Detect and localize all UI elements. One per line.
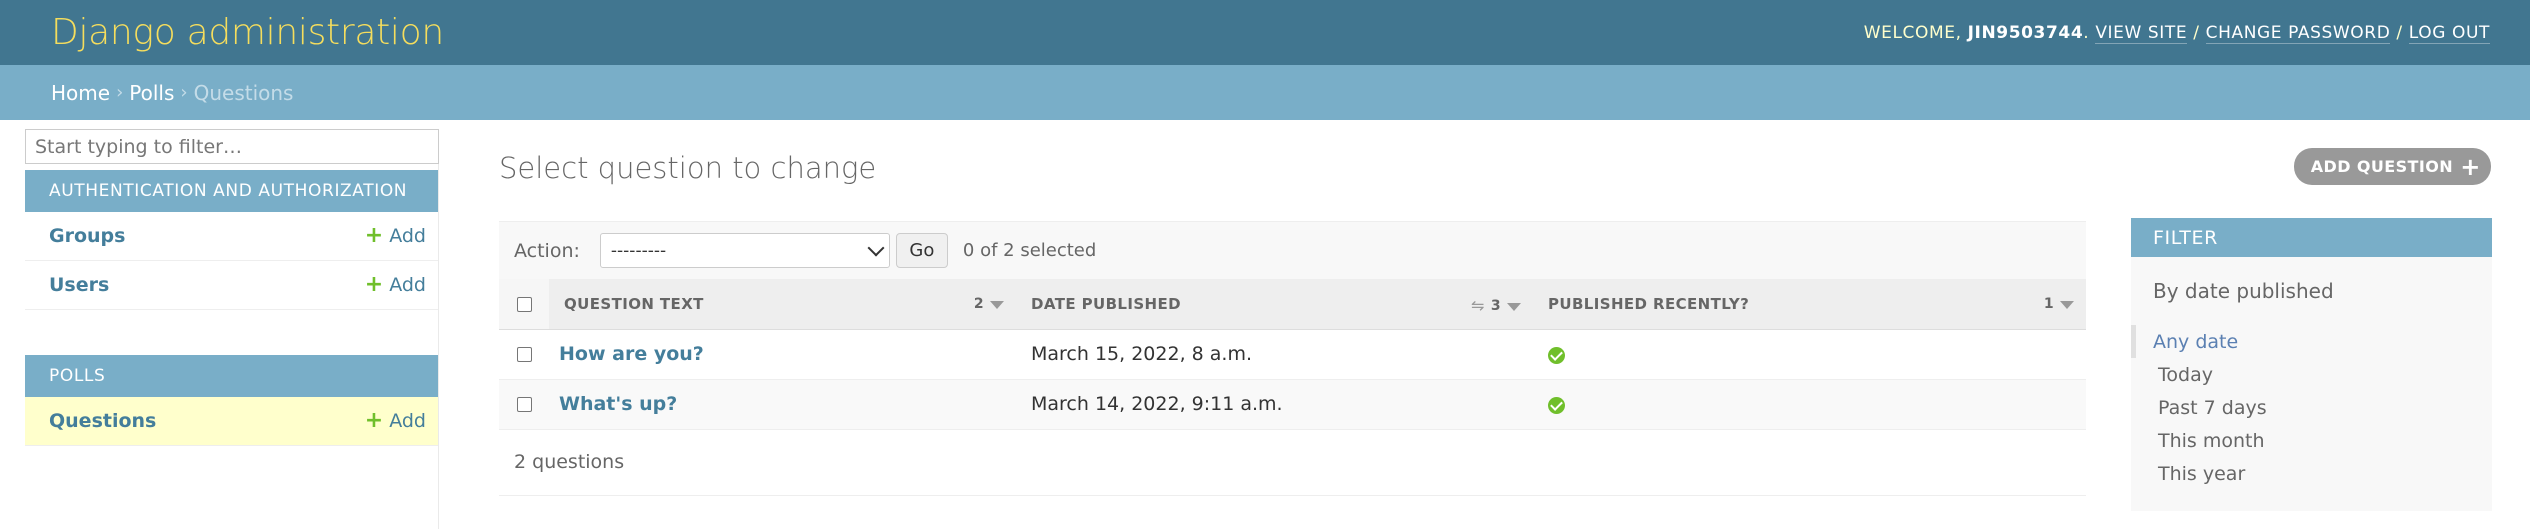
paginator: 2 questions (499, 430, 2086, 496)
action-select[interactable]: --------- (599, 233, 890, 268)
action-label: Action: (514, 239, 580, 262)
add-group-link[interactable]: + Add (364, 223, 426, 248)
sort-toggle-icon[interactable] (990, 301, 1004, 309)
breadcrumb: Home › Polls › Questions (0, 65, 2530, 120)
actions-bar: Action: --------- Go 0 of 2 selected (499, 221, 2086, 279)
page-title: Select question to change (499, 151, 877, 185)
sort-toggle-icon[interactable] (2060, 301, 2074, 309)
result-list: Question text 2 Date published ⇋ 3 (499, 279, 2086, 430)
go-button[interactable]: Go (895, 233, 948, 268)
question-cell: How are you? (549, 329, 1016, 380)
remove-sort-icon[interactable]: ⇋ (1471, 296, 1485, 315)
add-question-button-label: Add question (2310, 157, 2453, 176)
action-select-value: --------- (610, 240, 667, 261)
main: Start typing to filter… Authentication a… (0, 120, 2530, 529)
nav-filter-input[interactable]: Start typing to filter… (25, 129, 439, 164)
add-label: Add (389, 410, 426, 432)
select-all-header (499, 279, 549, 330)
column-header-date-published[interactable]: Date published ⇋ 3 (1016, 279, 1533, 330)
column-header-published-recently[interactable]: Published recently? 1 (1533, 279, 2086, 330)
column-header-label: Published recently? (1548, 294, 1750, 313)
filter-option-this-month[interactable]: This month (2131, 424, 2492, 457)
filter-option-past-7-days[interactable]: Past 7 days (2131, 391, 2492, 424)
filter-group-title: By date published (2153, 279, 2334, 303)
breadcrumb-current: Questions (193, 80, 294, 105)
chevron-down-icon (867, 239, 885, 256)
filter-option-today[interactable]: Today (2131, 358, 2492, 391)
add-label: Add (389, 274, 426, 296)
model-link-questions[interactable]: Questions (49, 410, 156, 432)
yes-icon (1548, 397, 1565, 414)
filter-option-any-date[interactable]: Any date (2131, 325, 2492, 358)
filter-title: Filter (2131, 218, 2492, 257)
model-row-questions: Questions + Add (25, 397, 438, 446)
sort-toggle-icon[interactable] (1507, 302, 1521, 311)
changelist-filter: Filter By date published Any date Today … (2131, 218, 2492, 511)
log-out-link[interactable]: Log out (2408, 22, 2490, 44)
plus-icon: + (364, 272, 384, 297)
breadcrumb-home[interactable]: Home (51, 81, 110, 105)
changelist: Action: --------- Go 0 of 2 selected Que… (499, 221, 2086, 496)
sort-options: ⇋ 3 (1471, 296, 1521, 315)
header: Django administration Welcome, JIN950374… (0, 0, 2530, 65)
row-checkbox[interactable] (516, 397, 532, 412)
column-header-question-text[interactable]: Question text 2 (549, 279, 1016, 330)
view-site-link[interactable]: View site (2095, 22, 2188, 44)
model-row-groups: Groups + Add (25, 212, 438, 261)
sort-priority: 3 (1490, 297, 1501, 314)
row-select-cell (499, 379, 549, 430)
recent-cell (1533, 379, 2086, 430)
filter-options: Any date Today Past 7 days This month Th… (2131, 325, 2492, 490)
question-link[interactable]: What's up? (549, 393, 677, 415)
question-cell: What's up? (549, 379, 1016, 430)
app-caption-auth[interactable]: Authentication and Authorization (25, 170, 438, 212)
sort-priority: 2 (973, 296, 984, 312)
model-row-users: Users + Add (25, 261, 438, 310)
nav-sidebar: Start typing to filter… Authentication a… (25, 129, 439, 529)
sort-options: 1 (2044, 296, 2074, 312)
question-link[interactable]: How are you? (549, 343, 704, 365)
yes-icon (1548, 347, 1565, 364)
column-header-label: Question text (564, 294, 704, 313)
row-checkbox[interactable] (516, 347, 532, 362)
user-tools: Welcome, JIN9503744. View site / Change … (1863, 22, 2490, 44)
content: Select question to change Add question +… (499, 120, 2530, 529)
username: JIN9503744 (1967, 22, 2084, 43)
breadcrumb-polls[interactable]: Polls (129, 81, 174, 105)
model-link-groups[interactable]: Groups (49, 225, 125, 247)
add-user-link[interactable]: + Add (364, 272, 426, 297)
filter-option-this-year[interactable]: This year (2131, 457, 2492, 490)
plus-icon: + (364, 408, 384, 433)
table-row: How are you? March 15, 2022, 8 a.m. (499, 329, 2086, 380)
site-branding[interactable]: Django administration (51, 12, 444, 53)
table-row: What's up? March 14, 2022, 9:11 a.m. (499, 379, 2086, 430)
sort-priority: 1 (2043, 296, 2054, 312)
sort-options: 2 (974, 296, 1004, 312)
column-header-label: Date published (1031, 294, 1181, 313)
row-select-cell (499, 329, 549, 380)
action-counter: 0 of 2 selected (962, 240, 1097, 261)
app-polls: Polls Questions + Add (25, 355, 438, 446)
app-auth: Authentication and Authorization Groups … (25, 170, 438, 310)
breadcrumb-separator: › (180, 82, 188, 103)
plus-icon: + (364, 223, 384, 248)
welcome-text: Welcome, (1863, 22, 1962, 43)
change-password-link[interactable]: Change password (2205, 22, 2391, 44)
select-all-checkbox[interactable] (516, 296, 532, 312)
plus-icon: + (2460, 152, 2481, 181)
add-label: Add (389, 225, 426, 247)
add-question-button[interactable]: Add question + (2293, 148, 2491, 185)
recent-cell (1533, 329, 2086, 380)
date-cell: March 15, 2022, 8 a.m. (1016, 329, 1533, 380)
date-cell: March 14, 2022, 9:11 a.m. (1016, 379, 1533, 430)
add-question-link[interactable]: + Add (364, 408, 426, 433)
breadcrumb-separator: › (116, 82, 124, 103)
model-link-users[interactable]: Users (49, 274, 109, 296)
app-caption-polls[interactable]: Polls (25, 355, 438, 397)
